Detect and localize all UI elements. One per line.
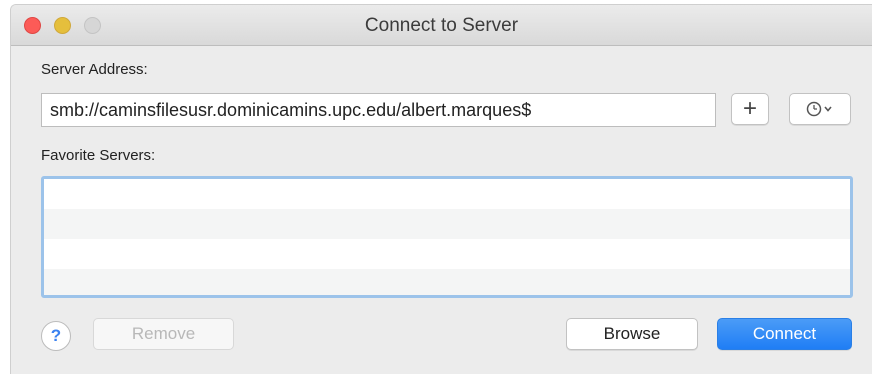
list-item[interactable]: [44, 209, 850, 239]
remove-button[interactable]: Remove: [93, 318, 234, 350]
add-favorite-button[interactable]: +: [731, 93, 769, 125]
plus-icon: +: [742, 95, 757, 122]
connect-to-server-window: Connect to Server Server Address: + Favo…: [10, 4, 872, 374]
list-item[interactable]: [44, 179, 850, 209]
help-button[interactable]: ?: [41, 321, 71, 351]
connect-button[interactable]: Connect: [717, 318, 852, 350]
list-item[interactable]: [44, 239, 850, 269]
clock-icon: [806, 101, 822, 117]
chevron-down-icon: [824, 106, 832, 112]
list-item[interactable]: [44, 269, 850, 295]
favorite-servers-label: Favorite Servers:: [41, 147, 156, 164]
title-bar[interactable]: Connect to Server: [11, 5, 872, 46]
browse-button[interactable]: Browse: [566, 318, 698, 350]
favorite-servers-list[interactable]: [41, 176, 853, 298]
server-address-input[interactable]: [41, 93, 716, 127]
window-title: Connect to Server: [364, 15, 519, 36]
server-address-label: Server Address:: [41, 61, 148, 78]
recent-servers-button[interactable]: [789, 93, 851, 125]
